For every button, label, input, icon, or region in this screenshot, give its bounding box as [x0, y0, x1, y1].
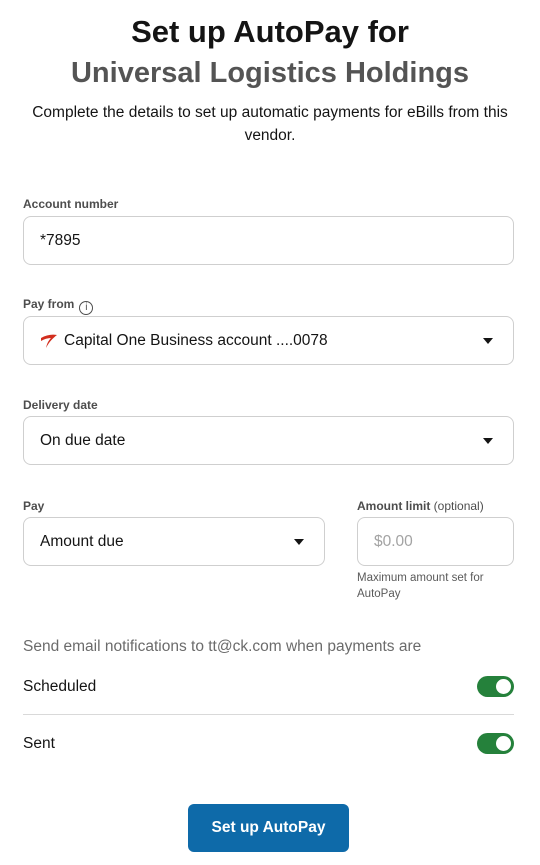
toggle-knob [496, 736, 511, 751]
pay-label: Pay [23, 499, 45, 513]
amount-limit-optional: (optional) [433, 499, 484, 513]
account-number-label: Account number [23, 197, 119, 211]
delivery-date-value: On due date [40, 432, 126, 449]
amount-limit-label-group: Amount limit (optional) [357, 498, 484, 514]
chevron-down-icon [483, 338, 493, 344]
delivery-date-select[interactable]: On due date [23, 416, 514, 465]
page-title-line1: Set up AutoPay for [131, 14, 409, 49]
scheduled-toggle[interactable] [477, 676, 514, 697]
pay-from-label-group: Pay from i [23, 296, 94, 315]
scheduled-label: Scheduled [23, 678, 97, 695]
account-number-field[interactable]: *7895 [23, 216, 514, 265]
chevron-down-icon [483, 438, 493, 444]
notifications-heading: Send email notifications to tt@ck.com wh… [23, 638, 422, 655]
delivery-date-label: Delivery date [23, 398, 98, 412]
divider [23, 714, 514, 715]
page-title-vendor: Universal Logistics Holdings [70, 57, 470, 89]
toggle-knob [496, 679, 511, 694]
chevron-down-icon [294, 539, 304, 545]
page-subtitle: Complete the details to set up automatic… [32, 104, 508, 144]
amount-limit-input[interactable]: $0.00 [357, 517, 514, 566]
pay-select[interactable]: Amount due [23, 517, 325, 566]
setup-autopay-button[interactable]: Set up AutoPay [188, 804, 349, 852]
capital-one-logo-icon [41, 334, 57, 348]
pay-value: Amount due [40, 533, 124, 550]
pay-from-label: Pay from [23, 297, 75, 311]
pay-from-select[interactable]: Capital One Business account ....0078 [23, 316, 514, 365]
account-number-value: *7895 [40, 232, 81, 249]
amount-limit-label: Amount limit [357, 499, 431, 513]
amount-limit-helper: Maximum amount set for AutoPay [357, 572, 484, 600]
sent-toggle[interactable] [477, 733, 514, 754]
info-icon[interactable]: i [79, 301, 94, 315]
pay-from-value: Capital One Business account ....0078 [64, 332, 328, 349]
sent-label: Sent [23, 735, 55, 752]
amount-limit-placeholder: $0.00 [374, 533, 413, 550]
